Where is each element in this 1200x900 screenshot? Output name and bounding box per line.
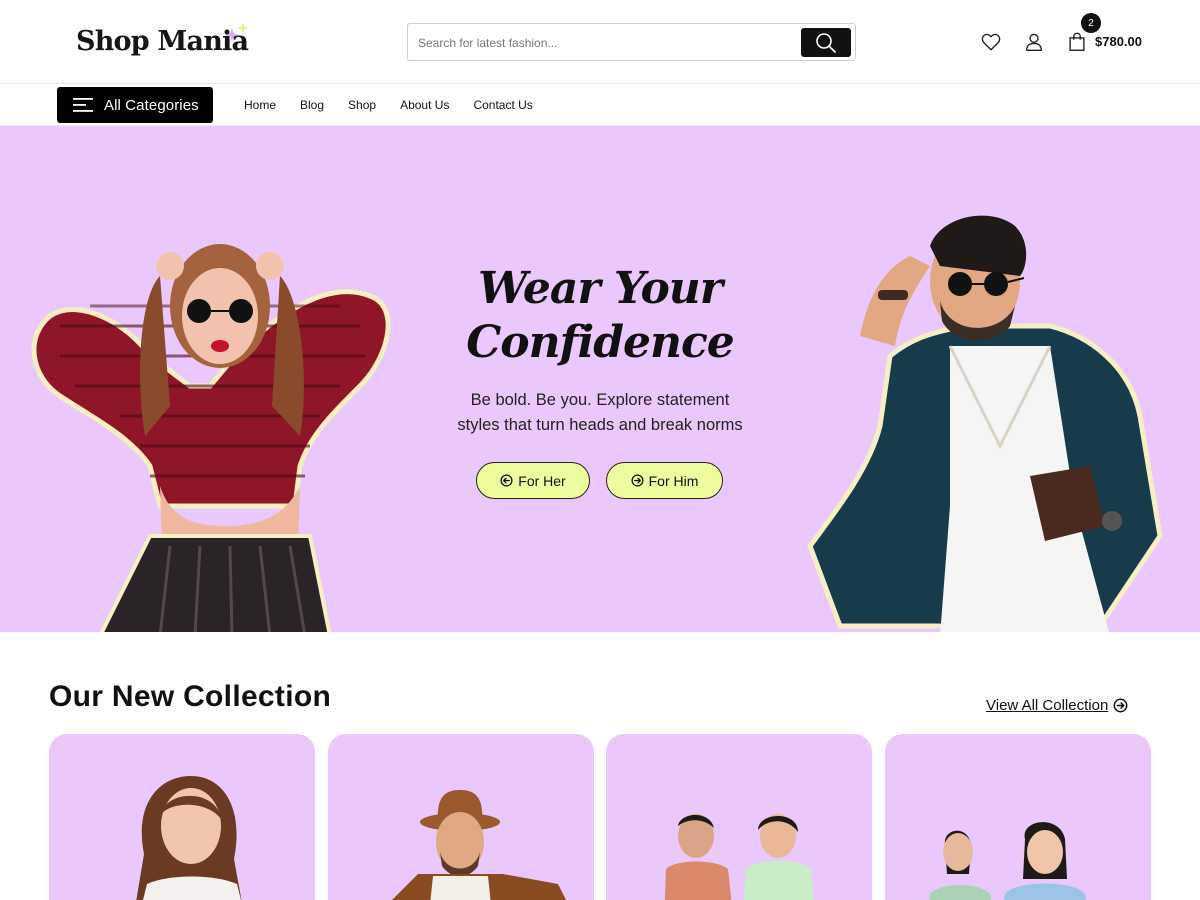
sparkle-icon: [225, 22, 249, 42]
view-all-label: View All Collection: [986, 697, 1109, 714]
shopping-bag-icon[interactable]: [1066, 31, 1088, 53]
collection-card[interactable]: [49, 734, 315, 900]
hero-man-image: [807, 215, 1163, 632]
collection-card-image: [664, 814, 814, 900]
nav-link-home[interactable]: Home: [244, 98, 276, 112]
hero-banner: Wear Your Confidence Be bold. Be you. Ex…: [0, 126, 1200, 632]
for-her-label: For Her: [518, 472, 566, 489]
all-categories-label: All Categories: [104, 96, 199, 114]
heart-icon[interactable]: [980, 31, 1002, 53]
search-icon: [816, 32, 836, 53]
menu-icon: [73, 98, 93, 112]
search-bar: [407, 23, 856, 61]
site-logo[interactable]: Shop Mania: [76, 22, 249, 57]
cart-count-badge: 2: [1081, 13, 1101, 33]
cart-total[interactable]: $780.00: [1095, 34, 1142, 49]
hero-title-line2: Confidence: [466, 317, 735, 368]
collection-card[interactable]: [328, 734, 594, 900]
search-button[interactable]: [801, 28, 851, 57]
hero-title: Wear Your Confidence: [420, 262, 780, 370]
collection-title: Our New Collection: [49, 680, 332, 713]
nav-link-shop[interactable]: Shop: [348, 98, 376, 112]
hero-title-line1: Wear Your: [478, 263, 723, 314]
collection-card-image: [136, 776, 242, 900]
collection-card-image: [929, 822, 1086, 900]
collection-card[interactable]: [606, 734, 872, 900]
search-input[interactable]: [418, 33, 798, 53]
for-him-button[interactable]: For Him: [606, 462, 723, 499]
hero-subtitle-line1: Be bold. Be you. Explore statement: [470, 391, 730, 409]
hero-woman-image: [31, 244, 391, 632]
arrow-left-circle-icon: [500, 474, 513, 487]
user-icon[interactable]: [1023, 31, 1045, 53]
nav-link-about-us[interactable]: About Us: [400, 98, 449, 112]
hero-subtitle: Be bold. Be you. Explore statement style…: [410, 388, 790, 438]
collection-card-image: [392, 790, 566, 900]
for-her-button[interactable]: For Her: [476, 462, 590, 499]
arrow-right-circle-icon: [1113, 698, 1128, 713]
collection-card[interactable]: [885, 734, 1151, 900]
main-navigation: All Categories Home Blog Shop About Us C…: [0, 84, 1200, 126]
nav-link-contact-us[interactable]: Contact Us: [473, 98, 532, 112]
nav-links: Home Blog Shop About Us Contact Us: [244, 98, 557, 112]
arrow-right-circle-icon: [631, 474, 644, 487]
all-categories-button[interactable]: All Categories: [57, 87, 213, 123]
view-all-collection-link[interactable]: View All Collection: [986, 697, 1128, 714]
hero-subtitle-line2: styles that turn heads and break norms: [457, 416, 743, 434]
for-him-label: For Him: [648, 472, 699, 489]
site-header: Shop Mania 2 $780.00: [0, 0, 1200, 84]
nav-link-blog[interactable]: Blog: [300, 98, 324, 112]
